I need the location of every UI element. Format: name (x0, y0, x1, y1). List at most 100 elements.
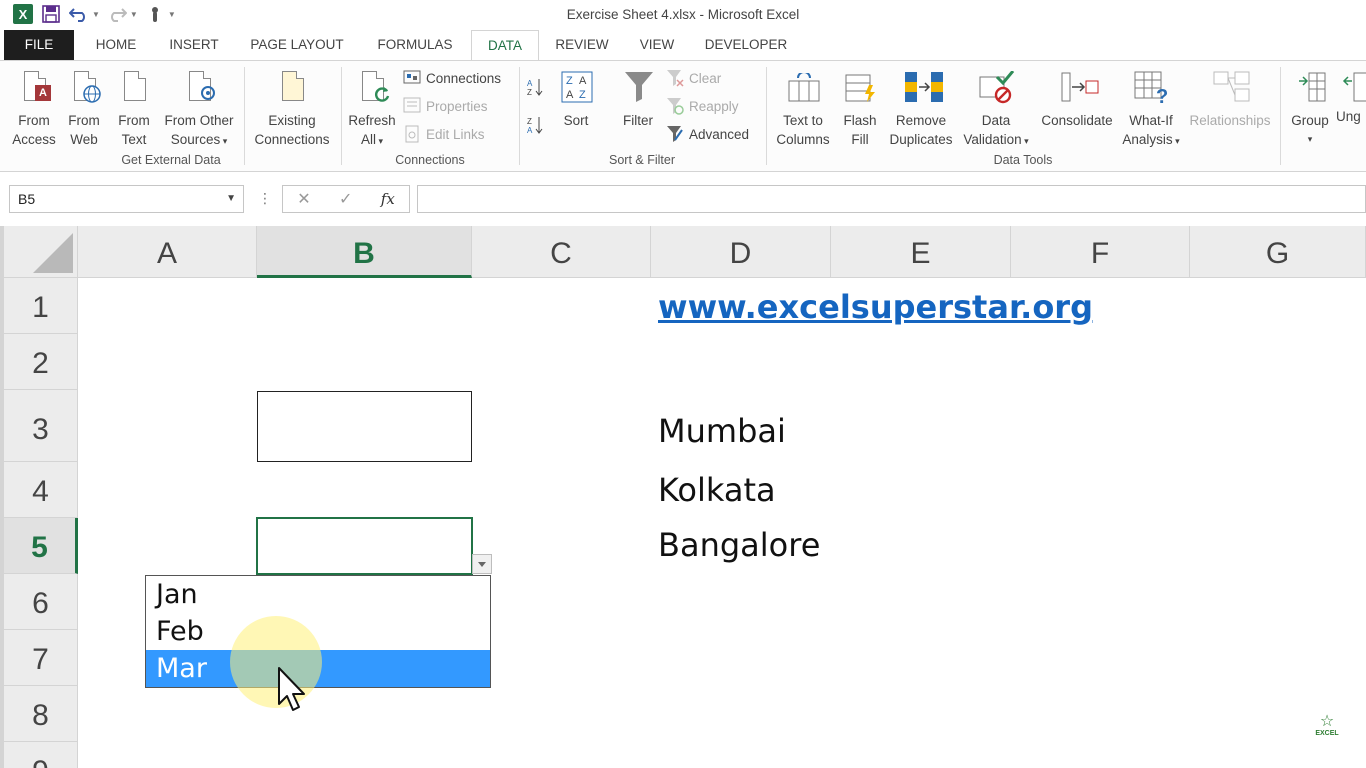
existing-connections-button[interactable]: Existing Connections (250, 67, 334, 149)
column-header-d[interactable]: D (651, 226, 831, 278)
remove-duplicates-button[interactable]: Remove Duplicates (886, 67, 956, 149)
select-all-button[interactable] (4, 226, 78, 278)
row-header-5[interactable]: 5 (4, 518, 78, 574)
sort-button[interactable]: ZAAZ Sort (554, 67, 598, 130)
flash-fill-button[interactable]: Flash Fill (838, 67, 882, 149)
edit-links-button[interactable]: Edit Links (403, 123, 485, 145)
filter-icon (621, 67, 655, 107)
text-file-icon (117, 67, 151, 107)
cell-d4[interactable]: Kolkata (658, 471, 776, 509)
formula-bar: B5 ▼ ⋮ ✕ ✓ fx (0, 172, 1366, 226)
connections-button[interactable]: Connections (403, 67, 501, 89)
clear-filter-button[interactable]: Clear (666, 67, 721, 89)
filter-button[interactable]: Filter (616, 67, 660, 130)
row-header-9[interactable]: 9 (4, 742, 78, 768)
cell-b5-active[interactable] (256, 517, 473, 575)
column-header-f[interactable]: F (1011, 226, 1190, 278)
group-label-sort-filter: Sort & Filter (609, 153, 675, 167)
row-header-3[interactable]: 3 (4, 390, 78, 462)
group-icon (1293, 67, 1327, 107)
tab-review[interactable]: REVIEW (548, 30, 616, 60)
ribbon: A From Access From Web From Text From Ot… (0, 60, 1366, 172)
flash-fill-icon (843, 67, 877, 107)
tab-home[interactable]: HOME (86, 30, 146, 60)
svg-text:?: ? (1156, 86, 1168, 105)
row-header-4[interactable]: 4 (4, 462, 78, 518)
tab-view[interactable]: VIEW (630, 30, 684, 60)
properties-icon (403, 97, 421, 115)
formula-input[interactable] (417, 185, 1366, 213)
row-header-8[interactable]: 8 (4, 686, 78, 742)
enter-icon[interactable]: ✓ (339, 189, 352, 209)
text-to-columns-button[interactable]: Text to Columns (772, 67, 834, 149)
from-web-button[interactable]: From Web (62, 67, 106, 149)
name-box[interactable]: B5 ▼ (9, 185, 244, 213)
column-header-b[interactable]: B (257, 226, 472, 278)
dropdown-option-jan[interactable]: Jan (146, 576, 490, 613)
advanced-filter-button[interactable]: Advanced (666, 123, 749, 145)
column-header-e[interactable]: E (831, 226, 1011, 278)
group-label-data-tools: Data Tools (993, 153, 1053, 167)
tab-formulas[interactable]: FORMULAS (368, 30, 462, 60)
tab-insert[interactable]: INSERT (160, 30, 228, 60)
web-icon (67, 67, 101, 107)
svg-text:A: A (527, 79, 533, 88)
row-header-6[interactable]: 6 (4, 574, 78, 630)
column-header-a[interactable]: A (78, 226, 257, 278)
tab-developer[interactable]: DEVELOPER (698, 30, 794, 60)
from-text-button[interactable]: From Text (110, 67, 158, 149)
insert-function-icon[interactable]: fx (381, 190, 395, 208)
validation-dropdown-arrow-icon[interactable] (472, 554, 492, 574)
connections-icon (403, 69, 421, 87)
cell-d1-link[interactable]: www.excelsuperstar.org (658, 288, 1093, 326)
consolidate-icon (1060, 67, 1099, 107)
sort-descending-icon: ZA (526, 115, 544, 135)
formula-bar-resize-handle[interactable]: ⋮ (258, 190, 272, 207)
consolidate-button[interactable]: Consolidate (1036, 67, 1118, 130)
click-highlight (230, 616, 322, 708)
cell-d5[interactable]: Bangalore (658, 526, 820, 564)
refresh-all-button[interactable]: Refresh All ▾ (346, 67, 398, 151)
mouse-pointer-icon (278, 667, 305, 711)
svg-text:A: A (579, 75, 587, 87)
cell-b3[interactable] (257, 391, 472, 462)
other-sources-icon (182, 67, 216, 107)
reapply-button[interactable]: Reapply (666, 95, 739, 117)
from-access-button[interactable]: A From Access (6, 67, 62, 149)
worksheet-grid[interactable]: A B C D E F G 1 2 3 4 5 6 7 8 9 www.exce… (0, 226, 1366, 768)
tab-page-layout[interactable]: PAGE LAYOUT (242, 30, 352, 60)
data-validation-button[interactable]: Data Validation ▾ (958, 67, 1034, 151)
what-if-analysis-button[interactable]: ? What-If Analysis ▾ (1118, 67, 1184, 151)
sort-a-to-z-button[interactable]: AZ (526, 75, 544, 97)
relationships-button[interactable]: Relationships (1186, 67, 1274, 130)
row-header-1[interactable]: 1 (4, 278, 78, 334)
sort-z-to-a-button[interactable]: ZA (526, 113, 544, 135)
relationships-icon (1213, 67, 1250, 107)
ungroup-button[interactable]: Ung (1336, 67, 1366, 126)
row-header-7[interactable]: 7 (4, 630, 78, 686)
properties-button[interactable]: Properties (403, 95, 488, 117)
row-header-2[interactable]: 2 (4, 334, 78, 390)
cancel-icon[interactable]: ✕ (297, 189, 310, 209)
refresh-icon (355, 67, 390, 107)
name-box-dropdown-icon[interactable]: ▼ (226, 186, 236, 212)
what-if-analysis-icon: ? (1134, 67, 1168, 107)
svg-text:Z: Z (579, 89, 586, 101)
window-title: Exercise Sheet 4.xlsx - Microsoft Excel (566, 7, 800, 22)
column-header-c[interactable]: C (472, 226, 651, 278)
group-button[interactable]: Group ▾ (1286, 67, 1334, 149)
column-header-g[interactable]: G (1190, 226, 1366, 278)
formula-buttons: ✕ ✓ fx (282, 185, 410, 213)
ribbon-tabs: FILE HOME INSERT PAGE LAYOUT FORMULAS DA… (0, 30, 1366, 61)
tab-file[interactable]: FILE (4, 30, 74, 60)
tab-data[interactable]: DATA (471, 30, 539, 61)
svg-text:A: A (566, 89, 574, 101)
svg-text:A: A (527, 126, 533, 135)
clear-filter-icon (666, 69, 684, 87)
data-validation-icon (979, 67, 1015, 107)
ungroup-icon (1336, 67, 1366, 107)
sort-ascending-icon: AZ (526, 77, 544, 97)
cell-d3[interactable]: Mumbai (658, 412, 786, 450)
svg-text:Z: Z (527, 117, 532, 126)
from-other-sources-button[interactable]: From Other Sources ▾ (160, 67, 238, 151)
